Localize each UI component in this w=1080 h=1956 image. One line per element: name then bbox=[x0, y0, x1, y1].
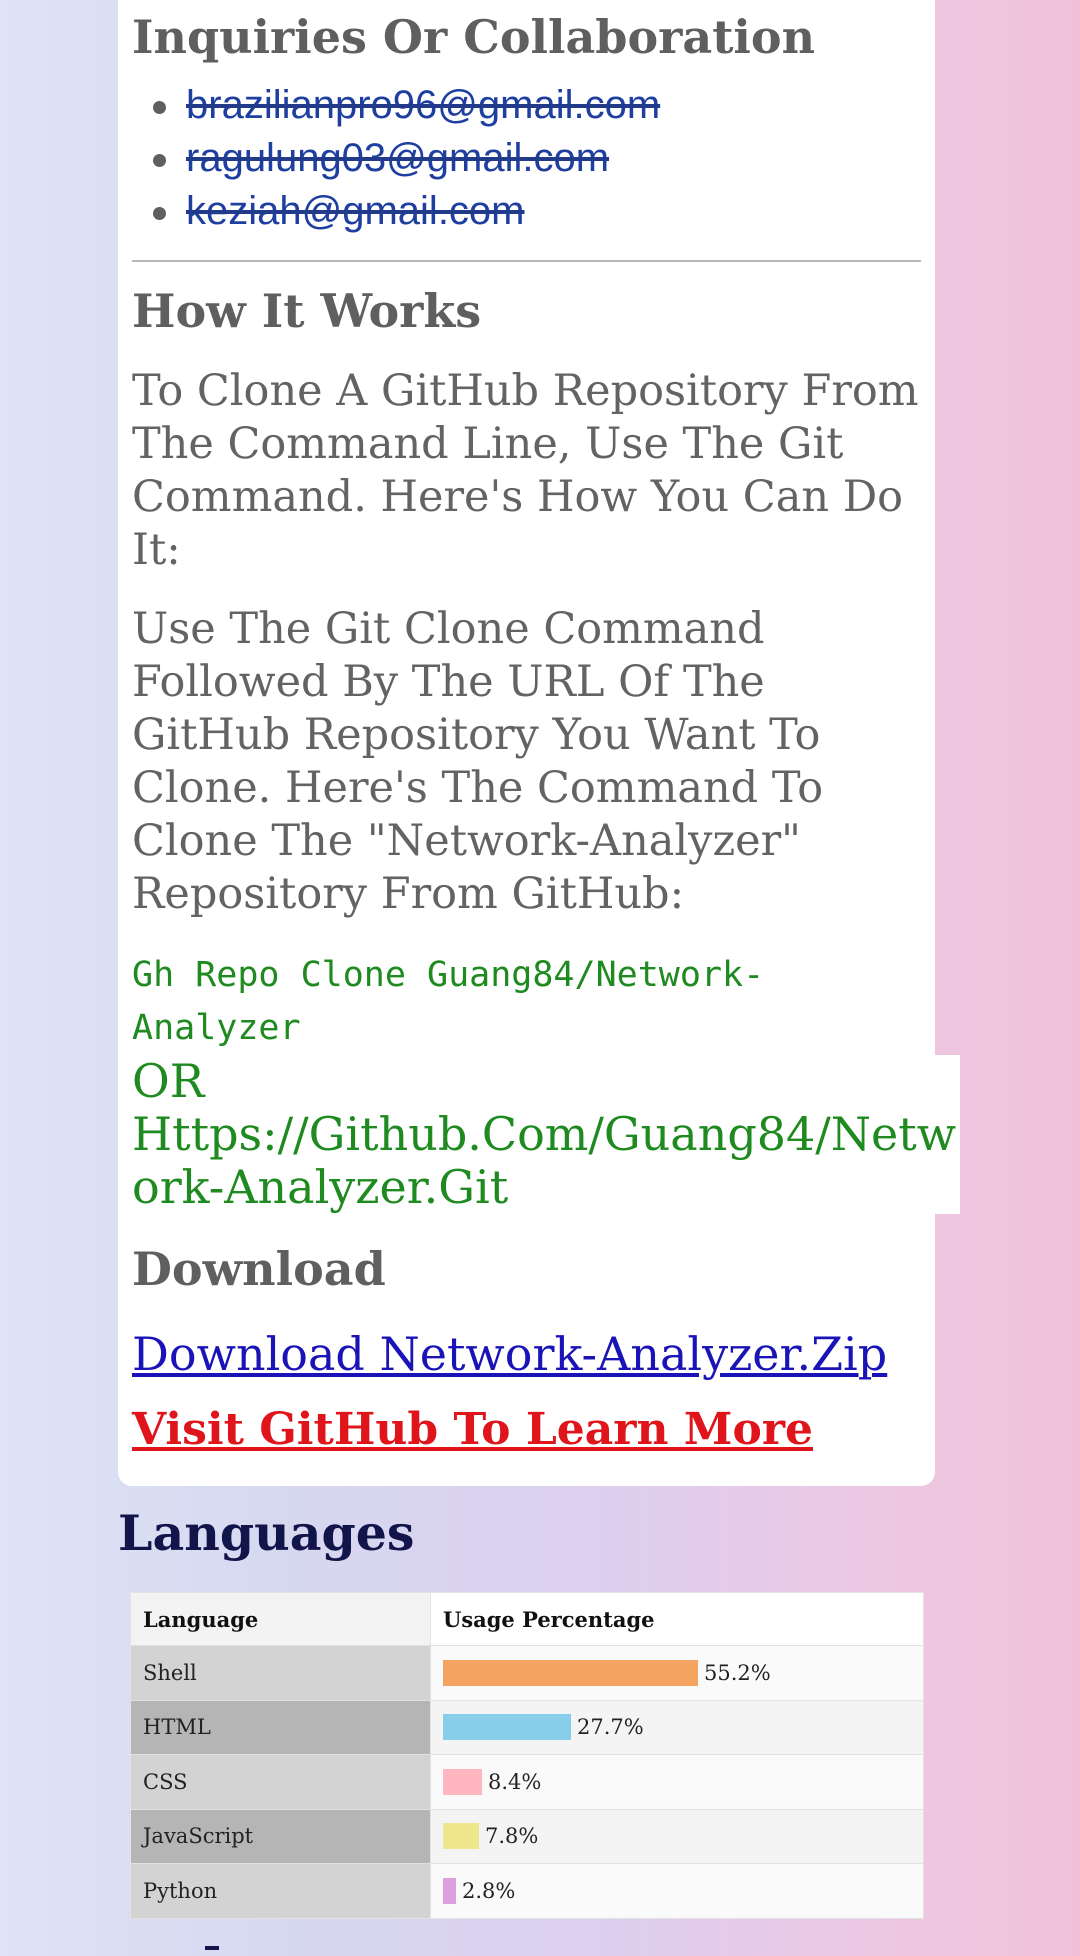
table-row: CSS 8.4% bbox=[130, 1754, 924, 1810]
clone-url: Https://Github.Com/Guang84/Network-Analy… bbox=[132, 1108, 960, 1215]
contact-heading: Inquiries Or Collaboration bbox=[132, 10, 816, 64]
table-row: Shell 55.2% bbox=[130, 1645, 924, 1701]
list-item: keziah@gmail.com bbox=[153, 185, 921, 238]
usage-bar-wrap: 27.7% bbox=[443, 1714, 911, 1741]
usage-column-header: Usage Percentage bbox=[430, 1592, 924, 1646]
language-name-cell: Shell bbox=[130, 1645, 431, 1701]
usage-bar-wrap: 7.8% bbox=[443, 1823, 911, 1850]
next-section-heading-fragment bbox=[205, 1946, 219, 1950]
usage-percentage: 2.8% bbox=[462, 1878, 516, 1903]
language-name-cell: Python bbox=[130, 1863, 431, 1919]
usage-percentage: 55.2% bbox=[704, 1660, 771, 1685]
usage-percentage: 27.7% bbox=[577, 1715, 644, 1740]
usage-percentage: 8.4% bbox=[488, 1769, 542, 1794]
how-it-works-heading: How It Works bbox=[132, 284, 482, 339]
usage-bar bbox=[443, 1768, 482, 1795]
visit-github-link[interactable]: Visit GitHub To Learn More bbox=[132, 1400, 921, 1460]
email-link[interactable]: keziah@gmail.com bbox=[186, 189, 525, 233]
divider bbox=[132, 260, 921, 263]
languages-heading: Languages bbox=[118, 1504, 415, 1562]
usage-bar bbox=[443, 1714, 571, 1741]
usage-bar-wrap: 8.4% bbox=[443, 1768, 911, 1795]
clone-paragraph: Use The Git Clone Command Followed By Th… bbox=[132, 604, 824, 920]
language-name-cell: CSS bbox=[130, 1754, 431, 1810]
contact-email-list: brazilianpro96@gmail.com ragulung03@gmai… bbox=[132, 79, 921, 238]
usage-cell: 2.8% bbox=[430, 1863, 924, 1919]
usage-cell: 7.8% bbox=[430, 1808, 924, 1864]
usage-cell: 8.4% bbox=[430, 1754, 924, 1810]
table-row: HTML 27.7% bbox=[130, 1699, 924, 1755]
usage-bar bbox=[443, 1823, 479, 1850]
clone-command: Gh Repo Clone Guang84/Network-Analyzer bbox=[132, 955, 765, 1049]
usage-bar-wrap: 55.2% bbox=[443, 1659, 911, 1686]
email-link[interactable]: brazilianpro96@gmail.com bbox=[186, 83, 660, 127]
list-item: brazilianpro96@gmail.com bbox=[153, 79, 921, 132]
download-heading: Download bbox=[132, 1242, 386, 1297]
email-link[interactable]: ragulung03@gmail.com bbox=[186, 136, 609, 180]
download-zip-link[interactable]: Download Network-Analyzer.Zip bbox=[132, 1324, 921, 1384]
usage-cell: 27.7% bbox=[430, 1699, 924, 1755]
table-header-row: Language Usage Percentage bbox=[130, 1592, 924, 1646]
usage-bar bbox=[443, 1659, 698, 1686]
list-item: ragulung03@gmail.com bbox=[153, 132, 921, 185]
or-label: OR bbox=[132, 1055, 960, 1109]
usage-cell: 55.2% bbox=[430, 1645, 924, 1701]
language-name-cell: HTML bbox=[130, 1699, 431, 1755]
usage-bar-wrap: 2.8% bbox=[443, 1877, 911, 1904]
usage-percentage: 7.8% bbox=[485, 1824, 539, 1849]
content-card: Inquiries Or Collaboration brazilianpro9… bbox=[118, 0, 960, 1486]
language-column-header: Language bbox=[130, 1592, 431, 1646]
languages-table: Language Usage Percentage Shell 55.2% HTML… bbox=[130, 1592, 924, 1919]
usage-bar bbox=[443, 1877, 456, 1904]
language-name-cell: JavaScript bbox=[130, 1808, 431, 1864]
table-row: Python 2.8% bbox=[130, 1863, 924, 1919]
intro-paragraph: To Clone A GitHub Repository From The Co… bbox=[132, 366, 919, 576]
table-row: JavaScript 7.8% bbox=[130, 1808, 924, 1864]
